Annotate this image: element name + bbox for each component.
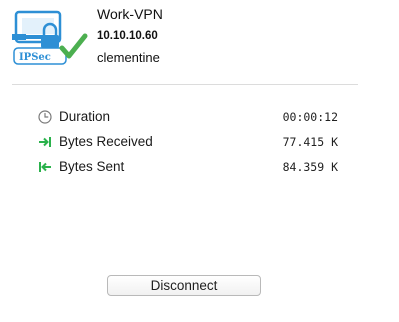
connection-user: clementine: [97, 50, 160, 65]
stat-label: Bytes Sent: [59, 159, 125, 174]
stat-label: Bytes Received: [59, 134, 153, 149]
arrow-received-icon: [39, 137, 51, 147]
clock-icon: [38, 110, 52, 124]
arrow-sent-icon: [39, 162, 51, 172]
ipsec-vpn-lock-icon: IPSec: [12, 10, 88, 65]
connection-ip: 10.10.10.60: [97, 30, 158, 42]
stat-row-duration: Duration 00:00:12: [38, 108, 338, 128]
stat-value: 00:00:12: [282, 110, 338, 124]
ipsec-label: IPSec: [19, 52, 51, 63]
stat-row-bytes-received: Bytes Received 77.415 K: [38, 133, 338, 153]
divider: [12, 84, 358, 85]
stat-label: Duration: [59, 109, 111, 124]
disconnect-button[interactable]: Disconnect: [107, 275, 261, 296]
stat-value: 77.415 K: [282, 135, 338, 149]
check-icon: [59, 33, 88, 59]
stat-value: 84.359 K: [282, 160, 338, 174]
connection-header: IPSec Work-VPN 10.10.10.60 clementine: [0, 0, 399, 84]
stat-row-bytes-sent: Bytes Sent 84.359 K: [38, 158, 338, 178]
connection-name: Work-VPN: [97, 6, 163, 22]
